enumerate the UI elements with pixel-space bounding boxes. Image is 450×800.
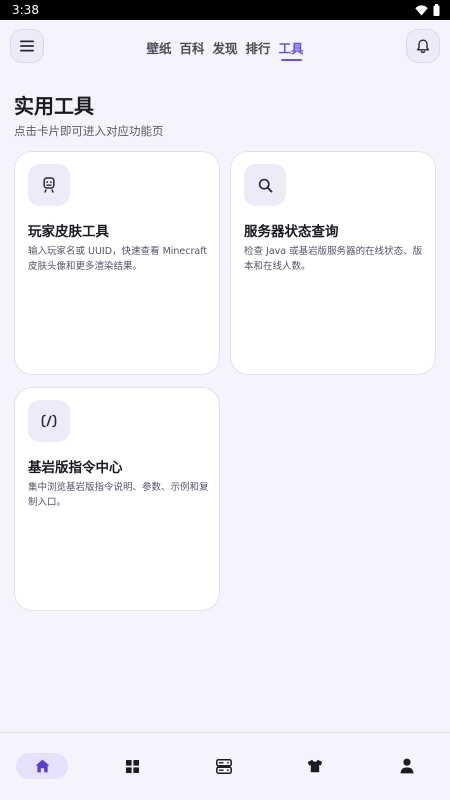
top-app-bar: 壁纸 百科 发现 排行 工具 xyxy=(0,20,450,74)
shirt-icon xyxy=(307,759,323,773)
bell-icon xyxy=(416,39,430,53)
bottom-nav-servers[interactable] xyxy=(212,753,236,779)
status-icons xyxy=(415,4,440,16)
person-badge-icon xyxy=(43,177,55,193)
bottom-navigation-bar xyxy=(0,732,450,800)
home-icon xyxy=(35,759,49,773)
tab-discover[interactable]: 发现 xyxy=(212,38,237,61)
card-description: 输入玩家名或 UUID，快速查看 Minecraft 皮肤头像和更多渲染结果。 xyxy=(28,246,208,272)
card-description: 检查 Java 或基岩版服务器的在线状态、版本和在线人数。 xyxy=(244,246,423,272)
card-bedrock-command-center[interactable]: 基岩版指令中心 集中浏览基岩版指令说明、参数、示例和复制入口。 xyxy=(14,387,220,611)
page-subtitle: 点击卡片即可进入对应功能页 xyxy=(14,124,164,138)
card-title: 基岩版指令中心 xyxy=(28,460,123,476)
tab-ranking[interactable]: 排行 xyxy=(246,38,271,61)
wifi-icon xyxy=(415,4,428,15)
tab-wiki[interactable]: 百科 xyxy=(179,38,204,61)
card-server-status-query[interactable]: 服务器状态查询 检查 Java 或基岩版服务器的在线状态、版本和在线人数。 xyxy=(230,151,436,375)
card-icon-container xyxy=(28,400,70,442)
bottom-nav-profile[interactable] xyxy=(395,753,419,779)
battery-icon xyxy=(433,4,440,16)
status-time: 3:38 xyxy=(12,3,39,17)
profile-icon xyxy=(400,758,414,774)
top-nav-tabs: 壁纸 百科 发现 排行 工具 xyxy=(0,38,450,61)
grid-icon xyxy=(125,759,139,773)
bottom-nav-categories[interactable] xyxy=(120,753,144,779)
card-icon-container xyxy=(28,164,70,206)
notifications-button[interactable] xyxy=(406,29,440,63)
card-player-skin-tool[interactable]: 玩家皮肤工具 输入玩家名或 UUID，快速查看 Minecraft 皮肤头像和更… xyxy=(14,151,220,375)
card-title: 服务器状态查询 xyxy=(244,224,339,240)
command-icon xyxy=(41,414,57,428)
server-icon xyxy=(216,758,232,774)
search-icon xyxy=(258,178,272,192)
tab-tools[interactable]: 工具 xyxy=(279,38,304,61)
bottom-nav-home[interactable] xyxy=(16,753,68,779)
card-icon-container xyxy=(244,164,286,206)
card-description: 集中浏览基岩版指令说明、参数、示例和复制入口。 xyxy=(28,482,209,508)
tab-wallpaper[interactable]: 壁纸 xyxy=(146,38,171,61)
page-title: 实用工具 xyxy=(14,94,94,118)
bottom-nav-skins[interactable] xyxy=(303,753,327,779)
card-title: 玩家皮肤工具 xyxy=(28,224,109,240)
status-bar: 3:38 xyxy=(0,0,450,20)
